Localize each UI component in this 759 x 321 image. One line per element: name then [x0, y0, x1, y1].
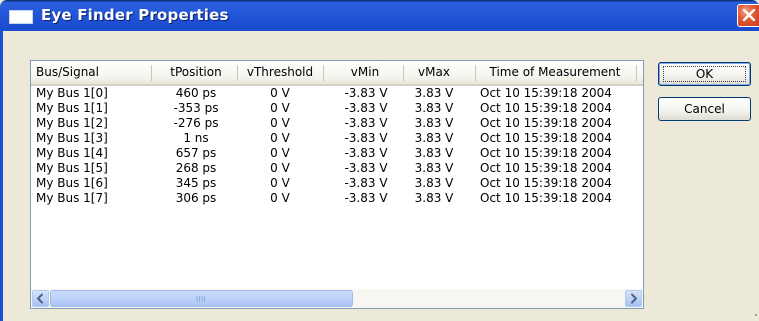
cell-tposition: 460 ps	[175, 86, 217, 100]
cell-tposition: 306 ps	[175, 191, 217, 205]
window-title: Eye Finder Properties	[41, 6, 229, 24]
cell-time-of-measurement: Oct 10 15:39:18 2004	[480, 86, 612, 100]
cell-tposition: 268 ps	[175, 161, 217, 175]
column-header-tposition[interactable]: tPosition	[151, 61, 241, 84]
cell-vthreshold: 0 V	[270, 101, 290, 115]
cell-vmin: -3.83 V	[344, 176, 388, 190]
column-divider[interactable]	[636, 65, 637, 81]
column-header-time-of-measurement[interactable]: Time of Measurement	[475, 61, 635, 84]
cell-bus-signal: My Bus 1[2]	[36, 116, 108, 130]
cell-vmin: -3.83 V	[344, 86, 388, 100]
close-icon	[742, 8, 756, 22]
cell-vmax: 3.83 V	[414, 176, 454, 190]
grip-icon	[196, 296, 205, 302]
table-row[interactable]: My Bus 1[7] 306 ps 0 V -3.83 V 3.83 V Oc…	[31, 191, 643, 206]
cancel-button[interactable]: Cancel	[658, 97, 751, 121]
cell-time-of-measurement: Oct 10 15:39:18 2004	[480, 131, 612, 145]
cancel-button-label: Cancel	[684, 102, 725, 116]
cell-bus-signal: My Bus 1[3]	[36, 131, 108, 145]
scroll-left-button[interactable]	[32, 290, 49, 307]
cell-vmax: 3.83 V	[414, 161, 454, 175]
list-rows: My Bus 1[0] 460 ps 0 V -3.83 V 3.83 V Oc…	[31, 86, 643, 206]
cell-tposition: 345 ps	[175, 176, 217, 190]
column-header-vthreshold[interactable]: vThreshold	[237, 61, 323, 84]
cell-bus-signal: My Bus 1[1]	[36, 101, 108, 115]
cell-time-of-measurement: Oct 10 15:39:18 2004	[480, 116, 612, 130]
cell-bus-signal: My Bus 1[0]	[36, 86, 108, 100]
cell-vthreshold: 0 V	[270, 176, 290, 190]
table-row[interactable]: My Bus 1[3] 1 ns 0 V -3.83 V 3.83 V Oct …	[31, 131, 643, 146]
cell-time-of-measurement: Oct 10 15:39:18 2004	[480, 191, 612, 205]
list-header: Bus/Signal tPosition vThreshold vMin vMa…	[31, 61, 643, 86]
table-row[interactable]: My Bus 1[0] 460 ps 0 V -3.83 V 3.83 V Oc…	[31, 86, 643, 101]
cell-time-of-measurement: Oct 10 15:39:18 2004	[480, 161, 612, 175]
column-header-vmax[interactable]: vMax	[403, 61, 465, 84]
cell-vthreshold: 0 V	[270, 191, 290, 205]
ok-button[interactable]: OK	[658, 62, 751, 86]
cell-time-of-measurement: Oct 10 15:39:18 2004	[480, 146, 612, 160]
table-row[interactable]: My Bus 1[4] 657 ps 0 V -3.83 V 3.83 V Oc…	[31, 146, 643, 161]
signal-list[interactable]: Bus/Signal tPosition vThreshold vMin vMa…	[30, 60, 644, 309]
cell-vmin: -3.83 V	[344, 146, 388, 160]
cell-time-of-measurement: Oct 10 15:39:18 2004	[480, 176, 612, 190]
cell-tposition: 1 ns	[183, 131, 209, 145]
cell-vmin: -3.83 V	[344, 161, 388, 175]
table-row[interactable]: My Bus 1[5] 268 ps 0 V -3.83 V 3.83 V Oc…	[31, 161, 643, 176]
cell-vthreshold: 0 V	[270, 146, 290, 160]
table-row[interactable]: My Bus 1[1] -353 ps 0 V -3.83 V 3.83 V O…	[31, 101, 643, 116]
cell-vmin: -3.83 V	[344, 116, 388, 130]
cell-vthreshold: 0 V	[270, 86, 290, 100]
window-icon	[9, 10, 33, 24]
table-row[interactable]: My Bus 1[2] -276 ps 0 V -3.83 V 3.83 V O…	[31, 116, 643, 131]
cell-vthreshold: 0 V	[270, 116, 290, 130]
cell-vmin: -3.83 V	[344, 101, 388, 115]
window-border	[0, 31, 3, 321]
scroll-right-button[interactable]	[625, 290, 642, 307]
cell-bus-signal: My Bus 1[6]	[36, 176, 108, 190]
scrollbar-thumb[interactable]	[50, 290, 353, 307]
cell-bus-signal: My Bus 1[4]	[36, 146, 108, 160]
arrow-left-icon	[37, 293, 43, 304]
cell-vthreshold: 0 V	[270, 161, 290, 175]
column-header-bus-signal[interactable]: Bus/Signal	[36, 61, 151, 84]
cell-vmin: -3.83 V	[344, 131, 388, 145]
cell-vthreshold: 0 V	[270, 131, 290, 145]
dialog-window: Eye Finder Properties Bus/Signal tPositi…	[0, 0, 759, 321]
horizontal-scrollbar[interactable]	[31, 289, 643, 308]
cell-vmax: 3.83 V	[414, 146, 454, 160]
table-row[interactable]: My Bus 1[6] 345 ps 0 V -3.83 V 3.83 V Oc…	[31, 176, 643, 191]
cell-vmin: -3.83 V	[344, 191, 388, 205]
cell-vmax: 3.83 V	[414, 131, 454, 145]
cell-tposition: -353 ps	[173, 101, 219, 115]
cell-time-of-measurement: Oct 10 15:39:18 2004	[480, 101, 612, 115]
arrow-right-icon	[631, 293, 637, 304]
cell-tposition: -276 ps	[173, 116, 219, 130]
cell-vmax: 3.83 V	[414, 116, 454, 130]
cell-bus-signal: My Bus 1[5]	[36, 161, 108, 175]
cell-bus-signal: My Bus 1[7]	[36, 191, 108, 205]
cell-vmax: 3.83 V	[414, 191, 454, 205]
close-button[interactable]	[737, 4, 759, 27]
cell-vmax: 3.83 V	[414, 101, 454, 115]
cell-tposition: 657 ps	[175, 146, 217, 160]
resize-grip-icon[interactable]	[753, 312, 757, 316]
cell-vmax: 3.83 V	[414, 86, 454, 100]
column-header-vmin[interactable]: vMin	[323, 61, 407, 84]
title-bar[interactable]: Eye Finder Properties	[0, 0, 759, 31]
focus-rectangle	[663, 66, 746, 82]
